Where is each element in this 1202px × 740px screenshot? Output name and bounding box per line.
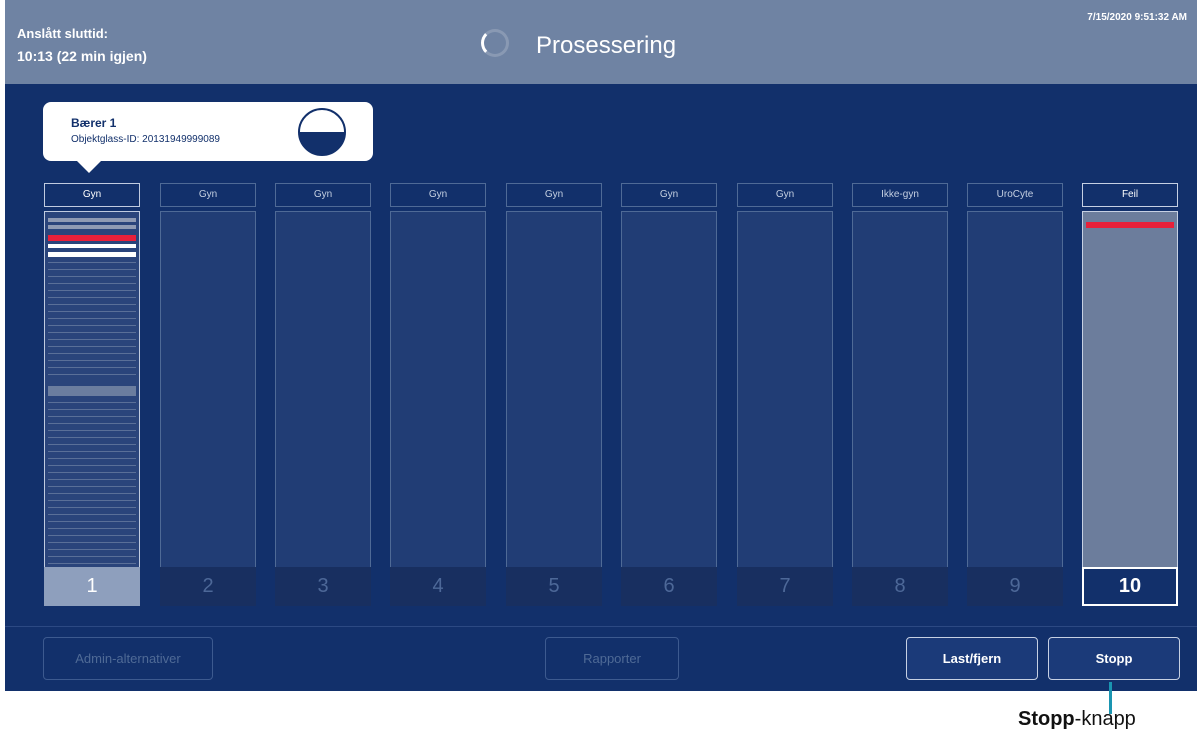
caption-rest: -knapp bbox=[1074, 708, 1136, 730]
slide-row bbox=[48, 353, 136, 354]
slide-row bbox=[48, 297, 136, 298]
carrier-slot-column bbox=[506, 211, 602, 595]
carrier-info-callout: Bærer 1 Objektglass-ID: 20131949999089 bbox=[43, 102, 373, 173]
slide-row bbox=[48, 332, 136, 333]
slide-row bbox=[48, 493, 136, 494]
processing-screen: Anslått sluttid: 10:13 (22 min igjen) Pr… bbox=[5, 0, 1197, 691]
carrier-slot-column bbox=[1082, 211, 1178, 595]
slide-row bbox=[48, 339, 136, 340]
slide-row bbox=[48, 423, 136, 424]
slide-row bbox=[48, 535, 136, 536]
load-remove-button[interactable]: Last/fjern bbox=[906, 637, 1038, 680]
slide-row bbox=[48, 542, 136, 543]
carrier-type-tag: Gyn bbox=[390, 183, 486, 207]
slide-row bbox=[48, 283, 136, 284]
slide-row bbox=[48, 528, 136, 529]
slide-row bbox=[48, 367, 136, 368]
slide-row bbox=[48, 514, 136, 515]
carrier-number: 1 bbox=[44, 567, 140, 606]
slide-row bbox=[48, 465, 136, 466]
carrier-type-tag: Gyn bbox=[275, 183, 371, 207]
carrier-slot-column bbox=[737, 211, 833, 595]
carrier-number: 3 bbox=[275, 567, 371, 606]
callout-carrier-title: Bærer 1 bbox=[71, 116, 117, 130]
carrier-slot-column bbox=[160, 211, 256, 595]
slide-row bbox=[48, 563, 136, 564]
slide-row bbox=[48, 386, 136, 396]
slide-row bbox=[48, 521, 136, 522]
slide-row bbox=[48, 244, 136, 248]
slide-row bbox=[48, 225, 136, 229]
estimated-end-value: 10:13 (22 min igjen) bbox=[17, 48, 147, 64]
slide-row bbox=[48, 269, 136, 270]
carrier-slot-column bbox=[275, 211, 371, 595]
carrier-slot-column bbox=[390, 211, 486, 595]
slide-row bbox=[48, 486, 136, 487]
carrier-type-tag: Gyn bbox=[44, 183, 140, 207]
carrier-type-tag: Gyn bbox=[160, 183, 256, 207]
reports-button[interactable]: Rapporter bbox=[545, 637, 679, 680]
slide-row bbox=[48, 430, 136, 431]
slide-row bbox=[48, 549, 136, 550]
slide-row bbox=[48, 416, 136, 417]
carrier-type-tag: Feil bbox=[1082, 183, 1178, 207]
slide-row bbox=[48, 556, 136, 557]
slide-row bbox=[48, 472, 136, 473]
slide-row bbox=[48, 290, 136, 291]
slide-row bbox=[48, 252, 136, 257]
carrier-type-tag: Gyn bbox=[506, 183, 602, 207]
carrier-type-tag: Ikke-gyn bbox=[852, 183, 948, 207]
slide-row bbox=[48, 346, 136, 347]
caption-bold: Stopp bbox=[1018, 708, 1075, 730]
slide-row bbox=[48, 444, 136, 445]
carrier-slot-column bbox=[852, 211, 948, 595]
callout-slide-id: Objektglass-ID: 20131949999089 bbox=[71, 134, 220, 145]
slide-row bbox=[48, 318, 136, 319]
admin-options-button[interactable]: Admin-alternativer bbox=[43, 637, 213, 680]
carrier-slot-column bbox=[967, 211, 1063, 595]
slide-row bbox=[48, 374, 136, 375]
carrier-number: 7 bbox=[737, 567, 833, 606]
stop-button-caption: Stopp-knapp bbox=[1018, 708, 1136, 731]
slide-row bbox=[48, 507, 136, 508]
slide-row bbox=[48, 311, 136, 312]
carrier-type-tag: UroCyte bbox=[967, 183, 1063, 207]
slide-row bbox=[48, 262, 136, 263]
carrier-slot-column bbox=[621, 211, 717, 595]
slide-row bbox=[48, 458, 136, 459]
error-slide-marker bbox=[1086, 222, 1174, 228]
slide-row bbox=[48, 451, 136, 452]
carrier-type-tag: Gyn bbox=[737, 183, 833, 207]
carrier-number: 8 bbox=[852, 567, 948, 606]
carrier-number: 4 bbox=[390, 567, 486, 606]
slide-row bbox=[48, 479, 136, 480]
slide-row bbox=[48, 304, 136, 305]
carrier-number: 6 bbox=[621, 567, 717, 606]
carrier-type-tag: Gyn bbox=[621, 183, 717, 207]
half-filled-level-icon bbox=[298, 108, 346, 156]
page-title: Prosessering bbox=[536, 32, 677, 59]
carrier-number: 2 bbox=[160, 567, 256, 606]
slide-row bbox=[48, 500, 136, 501]
carrier-number: 5 bbox=[506, 567, 602, 606]
carrier-slot-column bbox=[44, 211, 140, 595]
carrier-number: 10 bbox=[1082, 567, 1178, 606]
slide-row bbox=[48, 402, 136, 403]
status-header: Anslått sluttid: 10:13 (22 min igjen) Pr… bbox=[5, 0, 1197, 84]
slide-row bbox=[48, 409, 136, 410]
slide-row bbox=[48, 276, 136, 277]
carrier-number: 9 bbox=[967, 567, 1063, 606]
slide-row bbox=[48, 360, 136, 361]
timestamp: 7/15/2020 9:51:32 AM bbox=[1087, 12, 1187, 23]
spinner-icon bbox=[481, 29, 509, 57]
stop-button[interactable]: Stopp bbox=[1048, 637, 1180, 680]
slide-row bbox=[48, 437, 136, 438]
footer-divider bbox=[5, 626, 1197, 627]
slide-row bbox=[48, 325, 136, 326]
slide-row bbox=[48, 218, 136, 222]
error-slide-marker bbox=[48, 235, 136, 241]
estimated-end-label: Anslått sluttid: bbox=[17, 26, 108, 41]
